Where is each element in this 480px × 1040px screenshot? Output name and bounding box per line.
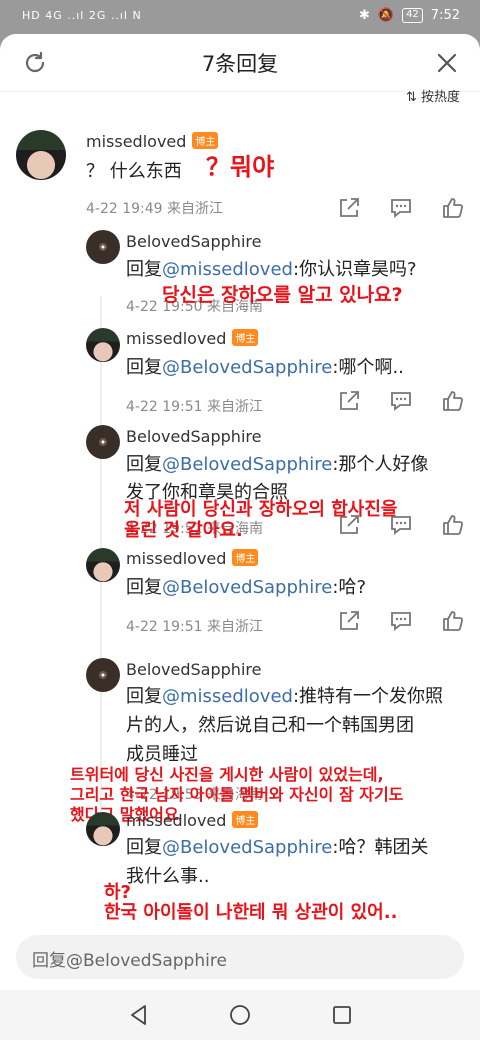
like-icon[interactable] [440, 388, 466, 414]
replies-sheet: 7条回复 ⇅ 按热度 missedloved 博主 ？ 什么东西 ？뭐야 4-22… [0, 34, 480, 1040]
like-icon[interactable] [440, 608, 466, 634]
translation-overlay: 당신은 장하오를 알고 있나요? [162, 284, 403, 306]
author-badge: 博主 [232, 549, 259, 566]
reply-text: 回复@missedloved:你认识章昊吗? [126, 259, 417, 280]
reply-actions [336, 388, 466, 414]
avatar[interactable] [86, 425, 120, 459]
reply-meta: 4-22 19:51 来自浙江 [126, 619, 264, 635]
mention-link[interactable]: @BelovedSapphire [162, 837, 332, 858]
translation-overlay: 올린 것 같아요. [124, 520, 243, 541]
author-badge: 博主 [192, 132, 219, 149]
translation-overlay: 한국 아이돌이 나한테 뭐 상관이 있어.. [104, 902, 398, 923]
home-icon[interactable] [227, 1002, 253, 1028]
sort-icon: ⇅ [405, 90, 417, 105]
comment-icon[interactable] [388, 512, 414, 538]
translation-overlay: 그리고 한국 남자 아이돌 멤버와 자신이 잠 자기도 [70, 785, 404, 804]
avatar[interactable] [86, 812, 120, 846]
reply-username[interactable]: BelovedSapphire [126, 232, 261, 251]
share-icon[interactable] [336, 512, 362, 538]
share-icon[interactable] [336, 195, 362, 221]
translation-overlay: ？뭐야 [206, 153, 275, 181]
reply-text: 回复@BelovedSapphire:哈？韩团关 [126, 837, 429, 858]
avatar[interactable] [86, 658, 120, 692]
mention-link[interactable]: @BelovedSapphire [162, 454, 332, 475]
reply-username[interactable]: missedloved 博主 [126, 549, 259, 568]
mention-link[interactable]: @missedloved [162, 686, 293, 707]
comment-username[interactable]: missedloved 博主 [86, 132, 219, 151]
avatar[interactable] [86, 548, 120, 582]
mention-link[interactable]: @BelovedSapphire [162, 577, 332, 598]
system-nav-bar [0, 990, 480, 1040]
reply-username[interactable]: BelovedSapphire [126, 660, 261, 679]
translation-overlay: 하? [104, 882, 132, 903]
mute-icon: 🔕 [377, 8, 395, 23]
author-badge: 博主 [232, 329, 259, 346]
mention-link[interactable]: @missedloved [162, 259, 293, 280]
sort-label: 按热度 [420, 90, 460, 105]
back-icon[interactable] [126, 1002, 152, 1028]
reply-text-cont: 片的人，然后说自己和一个韩国男团 [126, 715, 414, 736]
battery-icon: 42 [402, 8, 423, 23]
comment-meta: 4-22 19:49 来自浙江 [86, 201, 224, 217]
comment-icon[interactable] [388, 195, 414, 221]
sort-toggle[interactable]: ⇅ 按热度 [405, 86, 460, 105]
reply-actions [336, 512, 466, 538]
reply-text: 回复@BelovedSapphire:哈? [126, 577, 367, 598]
share-icon[interactable] [336, 608, 362, 634]
sheet-header: 7条回复 [0, 34, 480, 92]
avatar[interactable] [86, 328, 120, 362]
like-icon[interactable] [440, 512, 466, 538]
close-icon[interactable] [434, 50, 460, 76]
clock: 7:52 [430, 8, 460, 23]
reply-actions [336, 608, 466, 634]
page-title: 7条回复 [201, 52, 279, 76]
translation-overlay: 트위터에 당신 사진을 게시한 사람이 있었는데, [70, 765, 384, 784]
avatar[interactable] [16, 130, 66, 180]
reply-meta: 4-22 19:51 来自浙江 [126, 399, 264, 415]
reply-username[interactable]: missedloved 博主 [126, 811, 259, 830]
share-icon[interactable] [336, 388, 362, 414]
avatar[interactable] [86, 230, 120, 264]
reply-text-cont: 我什么事.. [126, 866, 210, 887]
reply-username[interactable]: BelovedSapphire [126, 427, 261, 446]
reply-text: 回复@BelovedSapphire:那个人好像 [126, 454, 429, 475]
reply-username[interactable]: missedloved 博主 [126, 329, 259, 348]
reply-text: 回复@missedloved:推特有一个发你照 [126, 686, 444, 707]
mention-link[interactable]: @BelovedSapphire [162, 357, 332, 378]
comment-text: ？ 什么东西 [86, 161, 182, 182]
status-bar: HD 4G ..ıl 2G ..ıl N ✱ 🔕 42 7:52 [0, 0, 480, 34]
like-icon[interactable] [440, 195, 466, 221]
reply-text: 回复@BelovedSapphire:哪个啊.. [126, 357, 404, 378]
comment-actions [336, 195, 466, 221]
signal-indicators: HD 4G ..ıl 2G ..ıl N [22, 9, 142, 22]
recents-icon[interactable] [329, 1002, 355, 1028]
comment-icon[interactable] [388, 388, 414, 414]
bluetooth-icon: ✱ [358, 8, 370, 23]
author-badge: 博主 [232, 811, 259, 828]
reply-input[interactable]: 回复@BelovedSapphire [16, 935, 464, 979]
comment-icon[interactable] [388, 608, 414, 634]
